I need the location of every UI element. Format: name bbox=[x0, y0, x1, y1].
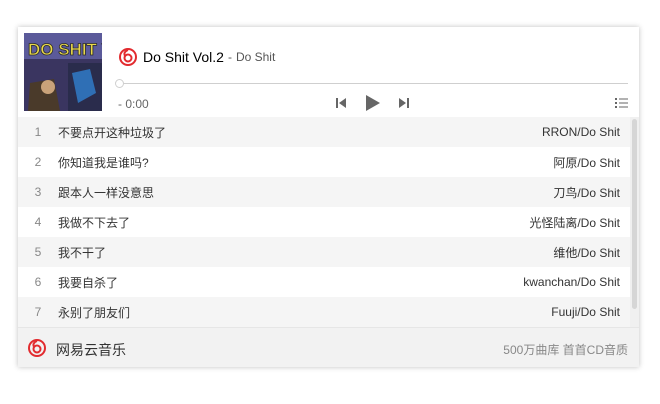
song-name: 不要点开这种垃圾了 bbox=[58, 125, 167, 140]
cover-art-text: DO SHIT VOL bbox=[28, 40, 102, 59]
next-icon[interactable] bbox=[399, 97, 409, 109]
brand-name[interactable]: 网易云音乐 bbox=[56, 340, 126, 360]
album-cover[interactable]: DO SHIT VOL bbox=[24, 33, 102, 111]
song-name: 跟本人一样没意思 bbox=[58, 185, 155, 200]
song-title: Do Shit Vol.2 bbox=[143, 49, 224, 65]
song-row-artist: RRON/Do Shit bbox=[541, 125, 620, 139]
player-footer: 网易云音乐 500万曲库 首首CD音质 bbox=[18, 327, 639, 367]
song-number: 6 bbox=[34, 275, 42, 289]
music-player-widget: DO SHIT VOL Do Shit Vol.2 - Do Shit - 0:… bbox=[18, 27, 639, 367]
song-name: 你知道我是谁吗? bbox=[58, 155, 149, 170]
song-number: 7 bbox=[34, 305, 42, 319]
scrollbar-thumb[interactable] bbox=[632, 119, 637, 309]
song-row-artist: 光怪陆离/Do Shit bbox=[529, 215, 620, 230]
prev-icon[interactable] bbox=[336, 97, 346, 109]
song-artist: Do Shit bbox=[235, 50, 276, 64]
footer-tagline: 500万曲库 首首CD音质 bbox=[503, 343, 628, 357]
time-display: - 0:00 bbox=[118, 97, 149, 111]
song-name: 我做不下去了 bbox=[58, 215, 131, 230]
song-number: 2 bbox=[34, 155, 42, 169]
title-separator: - bbox=[227, 50, 232, 64]
song-name: 永别了朋友们 bbox=[58, 305, 131, 320]
player-header: DO SHIT VOL Do Shit Vol.2 - Do Shit - 0:… bbox=[18, 27, 639, 118]
song-name: 我要自杀了 bbox=[58, 275, 119, 290]
song-row[interactable]: 3 跟本人一样没意思 刀鸟/Do Shit bbox=[18, 177, 630, 207]
song-number: 3 bbox=[34, 185, 42, 199]
song-row[interactable]: 7 永别了朋友们 Fuuji/Do Shit bbox=[18, 297, 630, 327]
song-row-artist: 维他/Do Shit bbox=[553, 245, 620, 260]
song-row-artist: kwanchan/Do Shit bbox=[523, 275, 620, 289]
song-row-artist: 刀鸟/Do Shit bbox=[553, 185, 620, 200]
song-row[interactable]: 1 不要点开这种垃圾了 RRON/Do Shit bbox=[18, 117, 630, 147]
netease-logo-icon bbox=[119, 48, 137, 66]
song-row[interactable]: 5 我不干了 维他/Do Shit bbox=[18, 237, 630, 267]
song-row-artist: Fuuji/Do Shit bbox=[551, 305, 620, 319]
play-icon[interactable] bbox=[365, 94, 381, 112]
song-number: 1 bbox=[34, 125, 42, 139]
netease-logo-icon[interactable] bbox=[28, 339, 46, 357]
song-number: 5 bbox=[34, 245, 42, 259]
song-title-row: Do Shit Vol.2 - Do Shit bbox=[119, 46, 275, 68]
song-list: 1 不要点开这种垃圾了 RRON/Do Shit 2 你知道我是谁吗? 阿原/D… bbox=[18, 117, 630, 327]
playlist-icon[interactable] bbox=[615, 97, 628, 109]
song-row-artist: 阿原/Do Shit bbox=[553, 155, 620, 170]
song-row[interactable]: 2 你知道我是谁吗? 阿原/Do Shit bbox=[18, 147, 630, 177]
song-row[interactable]: 6 我要自杀了 kwanchan/Do Shit bbox=[18, 267, 630, 297]
song-row[interactable]: 4 我做不下去了 光怪陆离/Do Shit bbox=[18, 207, 630, 237]
progress-bar[interactable] bbox=[118, 83, 628, 84]
song-number: 4 bbox=[34, 215, 42, 229]
progress-handle[interactable] bbox=[115, 79, 124, 88]
song-name: 我不干了 bbox=[58, 245, 107, 260]
